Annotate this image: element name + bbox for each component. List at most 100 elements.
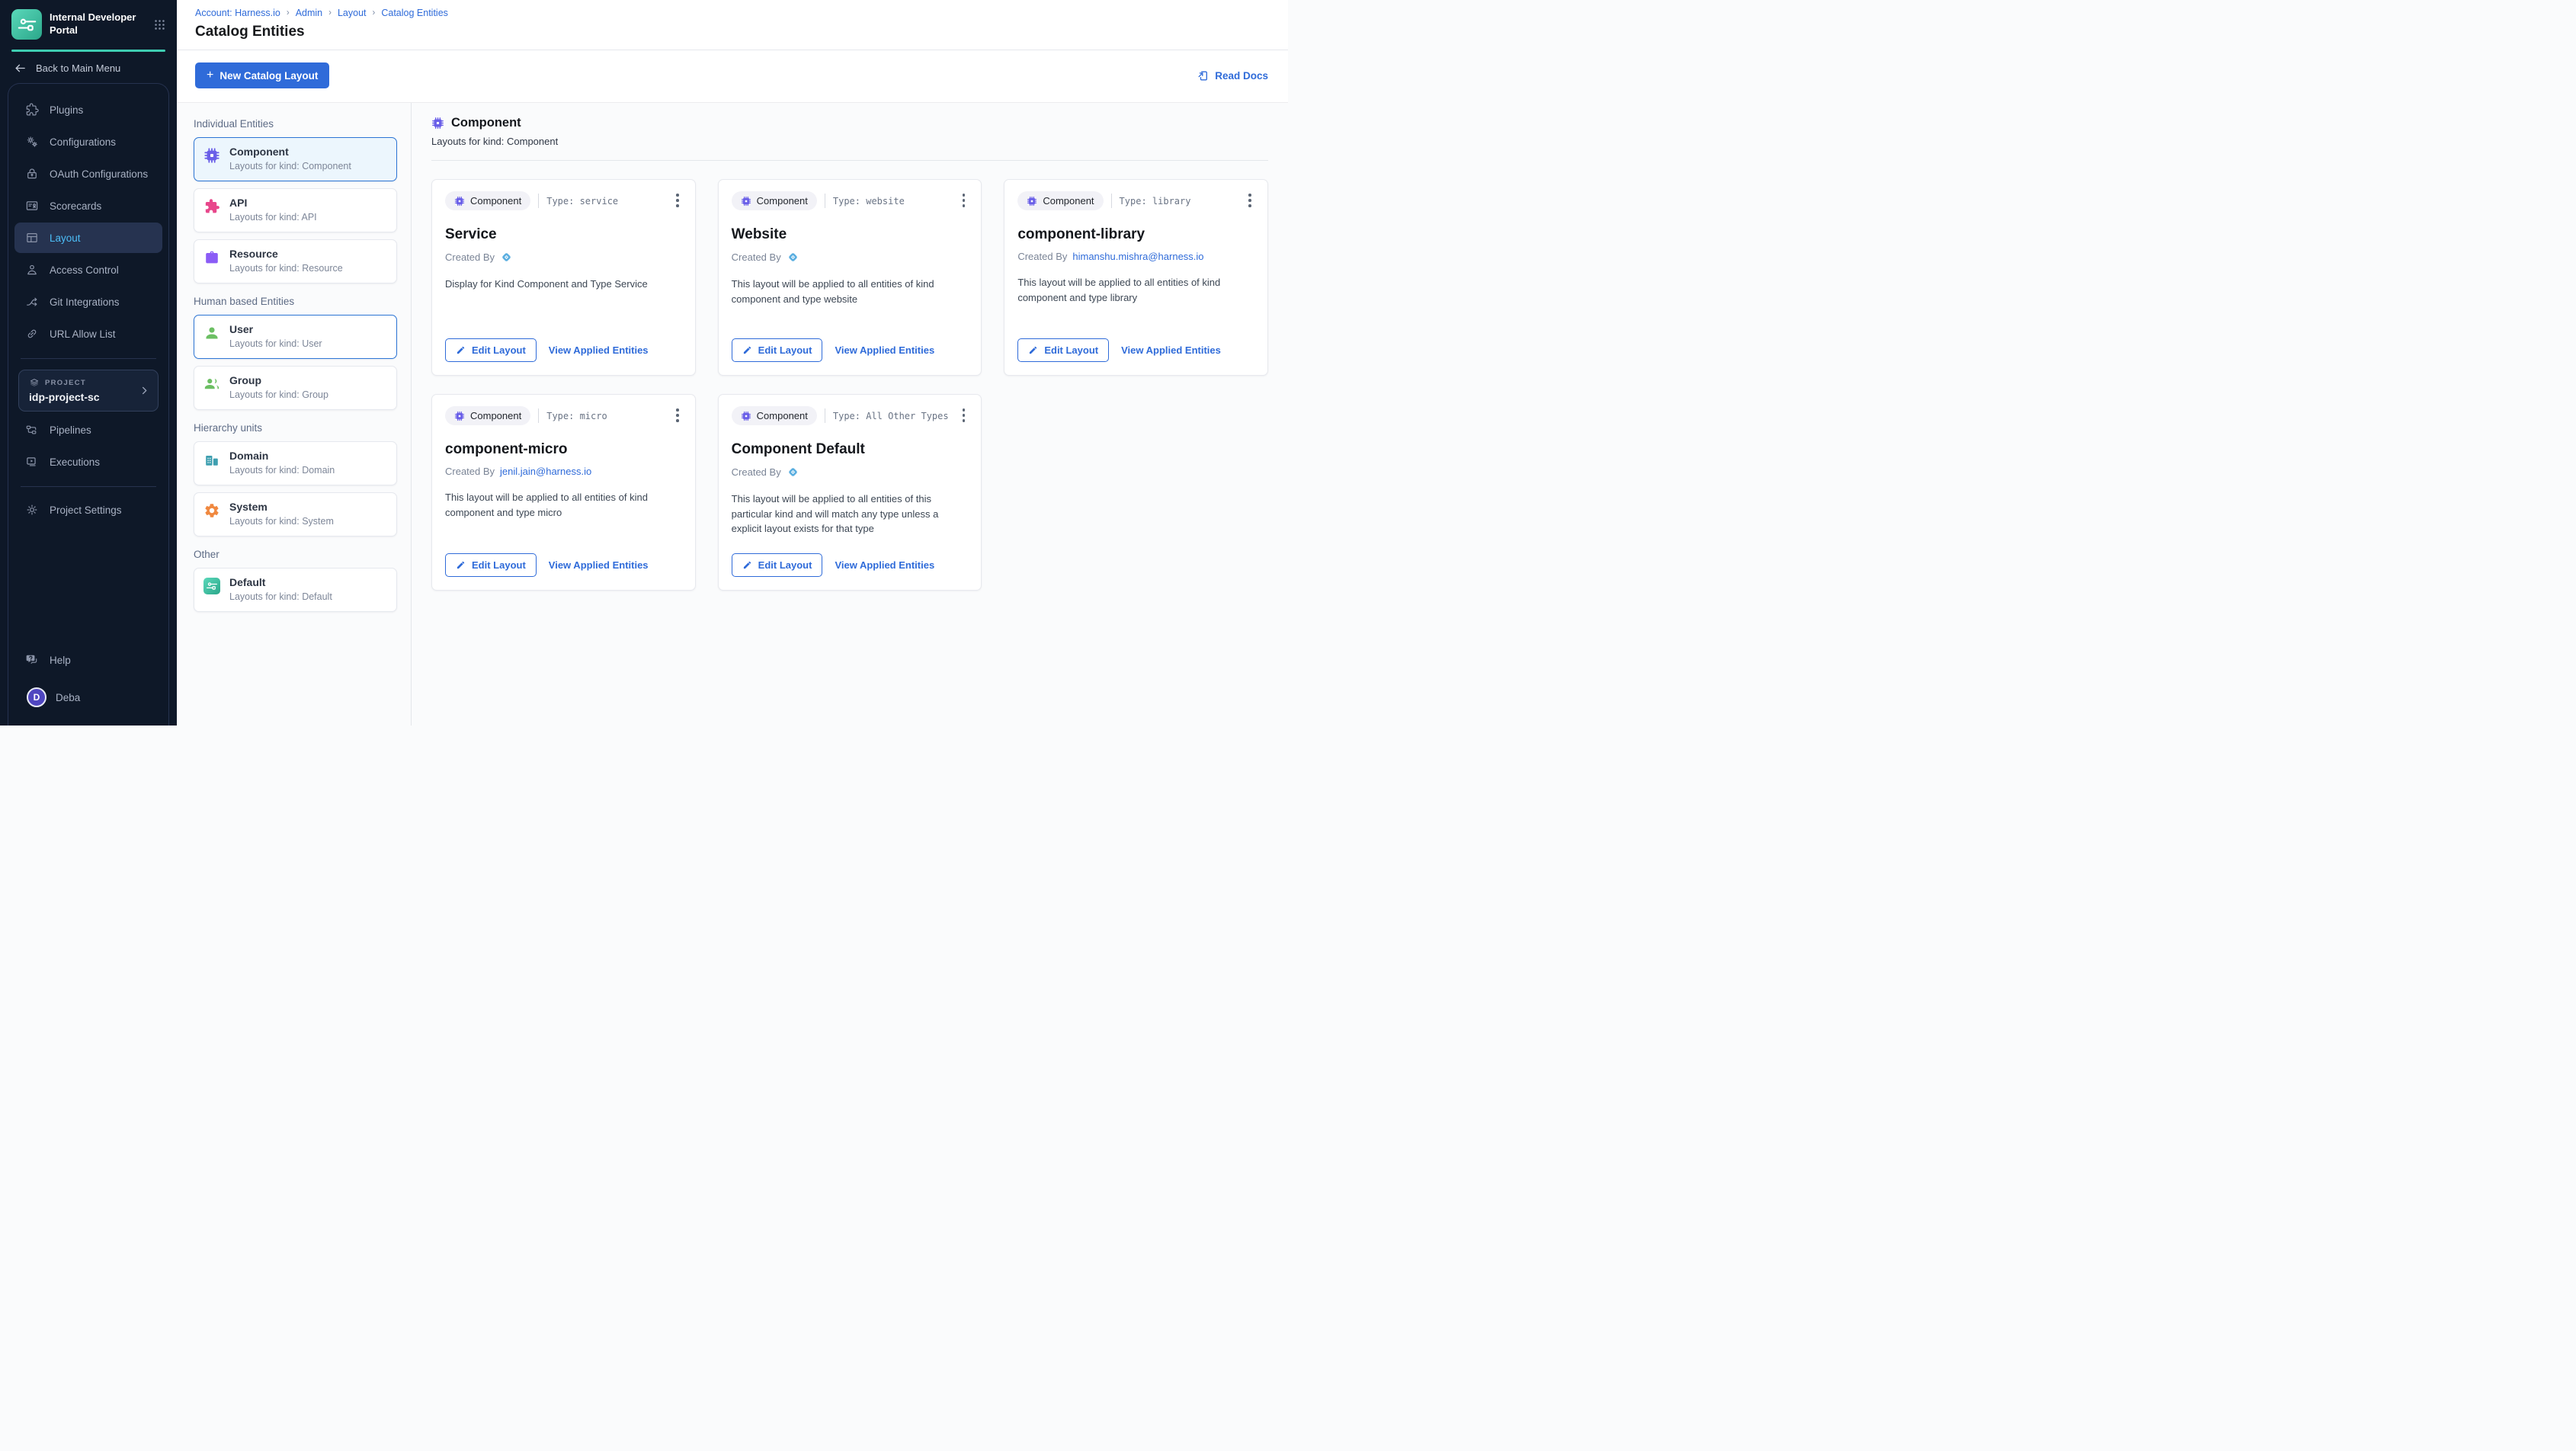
group-users-icon (203, 376, 220, 392)
sidebar-item-help[interactable]: Help (14, 645, 162, 675)
section-heading-hierarchy-units: Hierarchy units (194, 422, 397, 434)
sidebar-item-oauth-configurations[interactable]: OAuth Configurations (14, 159, 162, 189)
doc-arrow-icon (1197, 69, 1210, 82)
created-by-label: Created By (445, 466, 495, 477)
sidebar-item-scorecards[interactable]: Scorecards (14, 191, 162, 221)
sidebar-header: Internal Developer Portal (0, 0, 177, 47)
layers-icon (29, 377, 40, 388)
card-description: This layout will be applied to all entit… (1017, 275, 1254, 305)
view-applied-entities-link[interactable]: View Applied Entities (549, 344, 649, 356)
default-logo-icon (203, 578, 220, 594)
sidebar-item-configurations[interactable]: Configurations (14, 127, 162, 157)
project-selector[interactable]: PROJECT idp-project-sc (18, 370, 159, 412)
edit-layout-button[interactable]: Edit Layout (732, 338, 823, 362)
layout-card-component-library: Component Type: library component-librar… (1004, 179, 1268, 376)
kind-badge: Component (445, 191, 530, 210)
component-chip-icon (454, 196, 465, 207)
app-grid-menu-icon[interactable] (153, 18, 166, 31)
component-chip-icon (203, 147, 220, 164)
creator-email-link[interactable]: himanshu.mishra@harness.io (1072, 251, 1203, 262)
new-catalog-layout-button[interactable]: + New Catalog Layout (195, 62, 329, 88)
back-to-main-menu[interactable]: Back to Main Menu (0, 52, 177, 83)
content: Individual Entities Component Layouts fo… (177, 103, 1288, 726)
gear-icon (25, 503, 39, 517)
type-label: Type: website (833, 196, 905, 207)
layout-card-website: Component Type: website Website Created … (718, 179, 982, 376)
sidebar-item-git-integrations[interactable]: Git Integrations (14, 287, 162, 317)
sidebar-item-layout[interactable]: Layout (14, 223, 162, 253)
read-docs-link[interactable]: Read Docs (1197, 69, 1268, 82)
entity-card-system[interactable]: System Layouts for kind: System (194, 492, 397, 537)
user-menu[interactable]: D Deba (14, 687, 162, 707)
entity-card-component[interactable]: Component Layouts for kind: Component (194, 137, 397, 181)
sidebar-item-executions[interactable]: Executions (14, 447, 162, 477)
view-applied-entities-link[interactable]: View Applied Entities (549, 559, 649, 571)
main-area: Account: Harness.io › Admin › Layout › C… (177, 0, 1288, 726)
page-title: Catalog Entities (195, 24, 1270, 40)
kind-badge: Component (445, 406, 530, 425)
help-chat-icon (25, 653, 39, 667)
type-label: Type: All Other Types (833, 411, 949, 421)
sidebar-item-url-allow-list[interactable]: URL Allow List (14, 319, 162, 349)
link-icon (25, 327, 39, 341)
entity-card-api[interactable]: API Layouts for kind: API (194, 188, 397, 232)
created-by-label: Created By (732, 466, 781, 478)
view-applied-entities-link[interactable]: View Applied Entities (835, 344, 934, 356)
component-chip-icon (454, 411, 465, 421)
sidebar-divider (21, 486, 156, 487)
gears-icon (25, 135, 39, 149)
entity-card-group[interactable]: Group Layouts for kind: Group (194, 366, 397, 410)
domain-buildings-icon (203, 451, 220, 468)
created-by-label: Created By (445, 251, 495, 263)
plus-icon: + (207, 69, 213, 82)
harness-creator-icon (787, 251, 799, 264)
edit-layout-button[interactable]: Edit Layout (445, 553, 537, 577)
card-description: This layout will be applied to all entit… (732, 277, 969, 306)
arrow-left-icon (14, 62, 27, 75)
kebab-menu-icon[interactable] (1245, 191, 1254, 210)
sidebar-item-pipelines[interactable]: Pipelines (14, 415, 162, 445)
breadcrumb-separator: › (328, 8, 332, 18)
pencil-icon (456, 345, 466, 355)
breadcrumb-catalog-entities[interactable]: Catalog Entities (381, 8, 448, 18)
entity-kind-panel: Individual Entities Component Layouts fo… (177, 103, 412, 726)
entity-card-resource[interactable]: Resource Layouts for kind: Resource (194, 239, 397, 283)
entity-card-user[interactable]: User Layouts for kind: User (194, 315, 397, 359)
type-label: Type: library (1120, 196, 1191, 207)
card-description: This layout will be applied to all entit… (445, 490, 682, 520)
edit-layout-button[interactable]: Edit Layout (732, 553, 823, 577)
edit-layout-button[interactable]: Edit Layout (445, 338, 537, 362)
breadcrumb-account[interactable]: Account: Harness.io (195, 8, 280, 18)
pencil-icon (742, 345, 752, 355)
view-applied-entities-link[interactable]: View Applied Entities (1121, 344, 1221, 356)
breadcrumb-layout[interactable]: Layout (338, 8, 367, 18)
kind-badge: Component (1017, 191, 1103, 210)
creator-email-link[interactable]: jenil.jain@harness.io (500, 466, 591, 477)
layout-card-service: Component Type: service Service Created … (431, 179, 696, 376)
card-description: This layout will be applied to all entit… (732, 492, 969, 537)
layouts-area: Component Layouts for kind: Component Co… (412, 103, 1288, 726)
page-header: Account: Harness.io › Admin › Layout › C… (177, 0, 1288, 50)
avatar: D (27, 687, 46, 707)
entity-card-domain[interactable]: Domain Layouts for kind: Domain (194, 441, 397, 485)
kebab-menu-icon[interactable] (673, 191, 682, 210)
view-applied-entities-link[interactable]: View Applied Entities (835, 559, 934, 571)
entity-card-default[interactable]: Default Layouts for kind: Default (194, 568, 397, 612)
breadcrumb-admin[interactable]: Admin (296, 8, 322, 18)
kebab-menu-icon[interactable] (673, 406, 682, 424)
sidebar-item-project-settings[interactable]: Project Settings (14, 495, 162, 525)
edit-layout-button[interactable]: Edit Layout (1017, 338, 1109, 362)
git-branch-icon (25, 295, 39, 309)
person-icon (25, 263, 39, 277)
component-chip-icon (1027, 196, 1037, 207)
sidebar-item-plugins[interactable]: Plugins (14, 94, 162, 125)
lock-icon (25, 167, 39, 181)
layout-cards-grid: Component Type: service Service Created … (431, 179, 1268, 591)
kind-title: Component (451, 116, 521, 130)
kebab-menu-icon[interactable] (960, 406, 969, 424)
project-label: PROJECT (45, 379, 86, 387)
sidebar-item-access-control[interactable]: Access Control (14, 255, 162, 285)
section-heading-individual-entities: Individual Entities (194, 118, 397, 130)
harness-creator-icon (787, 466, 799, 479)
kebab-menu-icon[interactable] (960, 191, 969, 210)
